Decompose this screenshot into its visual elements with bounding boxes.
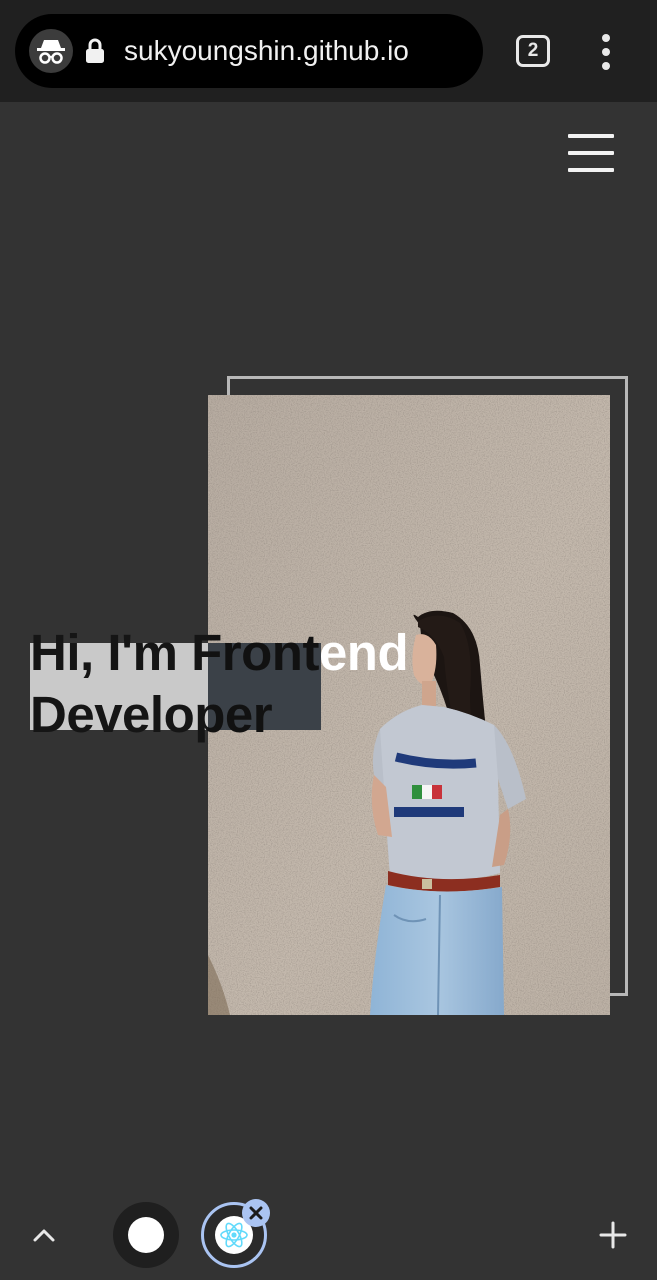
lock-icon[interactable] (85, 38, 105, 64)
hero-title-line-1: Hi, I'm Frontend (30, 622, 470, 684)
bottom-tab-strip (0, 1190, 657, 1280)
hero-title-line-2: Developer (30, 684, 470, 746)
tab-switcher-button[interactable]: 2 (516, 35, 550, 67)
url-text[interactable]: sukyoungshin.github.io (124, 32, 409, 70)
address-bar[interactable]: sukyoungshin.github.io (15, 14, 483, 88)
chevron-up-icon[interactable] (30, 1226, 58, 1244)
incognito-icon[interactable] (29, 29, 73, 73)
more-vert-icon[interactable] (592, 34, 620, 70)
plus-icon[interactable] (598, 1220, 628, 1250)
hero-title: Hi, I'm Frontend Developer (30, 622, 470, 746)
hamburger-menu-icon[interactable] (568, 134, 614, 172)
browser-toolbar: sukyoungshin.github.io 2 (0, 0, 657, 102)
tab-thumbnail[interactable] (113, 1202, 179, 1268)
close-icon[interactable] (242, 1199, 270, 1227)
